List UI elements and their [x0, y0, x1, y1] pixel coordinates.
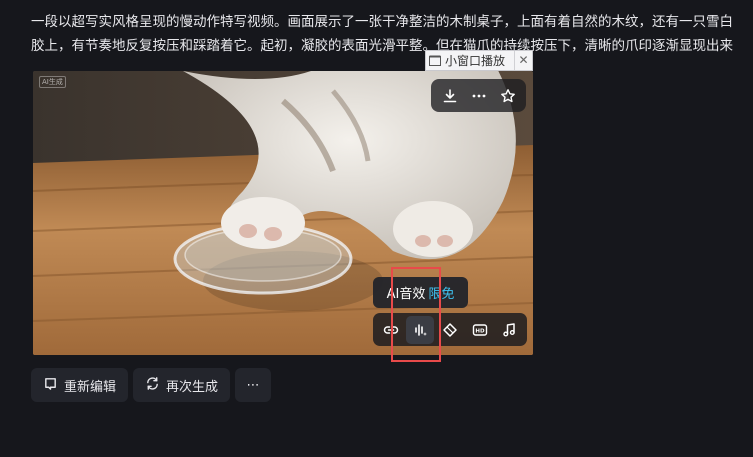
ai-generated-tag: AI生成	[39, 76, 66, 88]
regenerate-label: 再次生成	[166, 379, 219, 395]
more-actions-icon: ⋯	[246, 377, 260, 393]
pip-toggle[interactable]: 小窗口播放 ✕	[425, 50, 533, 71]
pip-icon	[426, 55, 444, 66]
reedit-button[interactable]: 重新编辑	[31, 368, 129, 402]
pip-close-button[interactable]: ✕	[514, 51, 532, 70]
star-icon[interactable]	[495, 83, 521, 109]
more-icon[interactable]	[466, 83, 492, 109]
pip-label: 小窗口播放	[445, 54, 506, 68]
highlight-box	[391, 267, 441, 362]
video-top-actions	[431, 79, 526, 112]
more-actions-button[interactable]: ⋯	[235, 368, 272, 402]
hd-icon[interactable]: HD	[466, 316, 494, 344]
prompt-line-2: 胶上，有节奏地反复按压和踩踏着它。起初，凝胶的表面光滑平整。但在猫爪的持续按压下…	[31, 38, 733, 54]
prompt-text: 一段以超写实风格呈现的慢动作特写视频。画面展示了一张干净整洁的木制桌子，上面有着…	[31, 10, 753, 58]
refresh-icon	[145, 376, 160, 395]
svg-text:HD: HD	[475, 328, 485, 334]
prompt-line-1: 一段以超写实风格呈现的慢动作特写视频。画面展示了一张干净整洁的木制桌子，上面有着…	[31, 14, 733, 30]
edit-icon	[43, 376, 58, 395]
music-icon[interactable]	[495, 316, 523, 344]
regenerate-button[interactable]: 再次生成	[133, 368, 231, 402]
download-icon[interactable]	[437, 83, 463, 109]
result-actions: 重新编辑 再次生成 ⋯	[31, 368, 272, 402]
reedit-label: 重新编辑	[64, 379, 117, 395]
